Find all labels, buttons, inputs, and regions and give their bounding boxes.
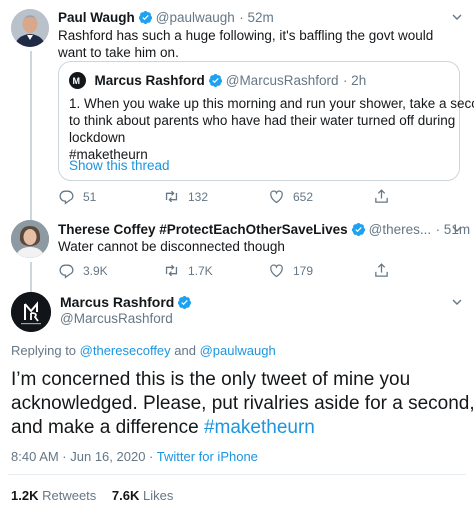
chevron-down-icon[interactable] — [451, 11, 463, 23]
tweet-text: Water cannot be disconnected though — [58, 239, 285, 254]
author-handle[interactable]: @MarcusRashford — [60, 311, 173, 326]
chevron-down-icon[interactable] — [451, 296, 463, 308]
show-thread-link[interactable]: Show this thread — [69, 158, 170, 173]
thread-line — [30, 262, 32, 284]
reply-button[interactable]: 51 — [58, 188, 163, 205]
retweet-button[interactable]: 1.7K — [163, 262, 268, 279]
main-text-line: and make a difference — [11, 417, 204, 438]
reply-button[interactable]: 3.9K — [58, 262, 163, 279]
likes-stat[interactable]: 7.6K Likes — [112, 488, 173, 503]
like-count: 179 — [293, 263, 314, 278]
like-button[interactable]: 652 — [268, 188, 373, 205]
main-tweet-text: I’m concerned this is the only tweet of … — [11, 368, 474, 440]
source-link[interactable]: Twitter for iPhone — [157, 449, 258, 464]
svg-text:M: M — [73, 76, 81, 86]
author-handle[interactable]: @paulwaugh — [156, 10, 235, 25]
like-icon — [270, 264, 283, 278]
verified-icon — [138, 10, 153, 25]
reply-mention-paulwaugh[interactable]: @paulwaugh — [200, 343, 276, 358]
verified-icon — [351, 222, 366, 237]
tweet-text: Rashford has such a huge following, it's… — [58, 28, 434, 60]
main-text-line: acknowledged. Please, put rivalries asid… — [11, 393, 474, 414]
verified-icon — [177, 295, 192, 310]
tweet-time[interactable]: · 52m — [239, 10, 274, 25]
retweets-count: 1.2K — [11, 488, 39, 503]
tweet-therese-coffey[interactable]: Therese Coffey #ProtectEachOtherSaveLive… — [0, 210, 474, 284]
quoted-author-handle: @MarcusRashford — [225, 73, 339, 88]
retweet-icon — [165, 190, 178, 203]
chevron-down-icon[interactable] — [451, 223, 463, 235]
retweet-count: 132 — [188, 189, 209, 204]
reply-mention-theresecoffey[interactable]: @theresecoffey — [80, 343, 171, 358]
engagement-stats: 1.2K Retweets 7.6K Likes — [11, 488, 173, 503]
like-icon — [270, 190, 283, 204]
share-button[interactable] — [373, 262, 398, 279]
quoted-text-line: 1. When you wake up this morning and run… — [69, 96, 474, 111]
quoted-text-line: lockdown — [69, 130, 126, 145]
verified-icon — [208, 73, 223, 88]
main-tweet-marcus-rashford: Marcus Rashford @MarcusRashford Replying… — [0, 284, 474, 514]
quoted-tweet[interactable]: M Marcus Rashford @MarcusRashford · 2h 1.… — [58, 61, 474, 181]
author-name[interactable]: Marcus Rashford — [60, 294, 195, 310]
hashtag-link[interactable]: #maketheurn — [204, 417, 315, 438]
avatar[interactable] — [11, 292, 51, 332]
avatar[interactable] — [11, 220, 49, 258]
tweet-timestamp: 8:40 AM · Jun 16, 2020 · Twitter for iPh… — [11, 449, 258, 464]
reply-icon — [59, 190, 74, 205]
reply-icon — [59, 264, 74, 279]
quoted-avatar: M — [69, 72, 86, 89]
share-icon — [375, 263, 388, 277]
reply-count: 3.9K — [83, 263, 108, 278]
divider — [8, 474, 466, 475]
thread-line — [30, 284, 32, 292]
likes-count: 7.6K — [111, 488, 140, 503]
author-name[interactable]: Paul Waugh — [58, 10, 135, 25]
retweet-count: 1.7K — [188, 263, 213, 278]
retweets-label: Retweets — [42, 488, 97, 503]
reply-count: 51 — [83, 189, 97, 204]
thread-line — [30, 210, 32, 220]
quoted-text: 1. When you wake up this morning and run… — [69, 95, 474, 163]
replying-prefix: Replying to — [11, 343, 80, 358]
author-name[interactable]: Therese Coffey #ProtectEachOtherSaveLive… — [58, 222, 348, 237]
retweets-stat[interactable]: 1.2K Retweets — [11, 488, 96, 503]
author-name-text[interactable]: Marcus Rashford — [60, 294, 174, 310]
quoted-author-name: Marcus Rashford — [94, 73, 205, 88]
retweet-button[interactable]: 132 — [163, 188, 268, 205]
avatar[interactable] — [11, 9, 49, 47]
thread-line — [30, 51, 32, 211]
replying-to: Replying to @theresecoffey and @paulwaug… — [11, 343, 276, 358]
share-button[interactable] — [373, 188, 398, 205]
tweet-paul-waugh[interactable]: Paul Waugh @paulwaugh · 52m Rashford has … — [0, 0, 474, 212]
main-text-line: I’m concerned this is the only tweet of … — [11, 369, 411, 390]
quoted-time: · 2h — [342, 73, 367, 88]
timestamp[interactable]: 8:40 AM · Jun 16, 2020 · — [11, 449, 157, 464]
retweet-icon — [165, 264, 178, 277]
share-icon — [375, 189, 388, 203]
author-handle[interactable]: @theres... — [369, 222, 431, 237]
like-button[interactable]: 179 — [268, 262, 373, 279]
like-count: 652 — [293, 189, 314, 204]
quoted-text-line: to think about parents who have had thei… — [69, 113, 456, 128]
replying-and: and — [170, 343, 200, 358]
likes-label: Likes — [143, 488, 174, 503]
